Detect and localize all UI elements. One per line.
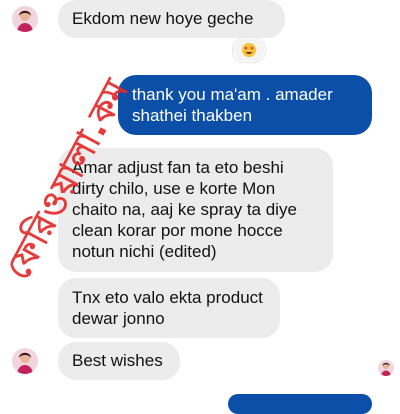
message-text: Tnx eto valo ekta product dewar jonno — [72, 288, 263, 328]
message-bubble-outgoing[interactable]: thank you ma'am . amader shathei thakben — [118, 75, 372, 135]
message-reaction[interactable] — [233, 38, 265, 62]
heart-eyes-emoji-icon — [242, 43, 256, 57]
message-bubble-incoming[interactable]: Tnx eto valo ekta product dewar jonno — [58, 278, 280, 338]
contact-avatar[interactable] — [12, 6, 38, 32]
contact-avatar[interactable] — [12, 348, 38, 374]
message-bubble-incoming[interactable]: Ekdom new hoye geche — [58, 0, 285, 38]
message-text: Best wishes — [72, 351, 163, 370]
message-bubble-incoming[interactable]: Best wishes — [58, 342, 180, 380]
seen-receipt-avatar — [378, 360, 394, 376]
message-text: thank you ma'am . amader shathei thakben — [132, 85, 333, 125]
message-text: Ekdom new hoye geche — [72, 9, 254, 28]
message-bubble-outgoing-partial[interactable] — [228, 394, 372, 414]
